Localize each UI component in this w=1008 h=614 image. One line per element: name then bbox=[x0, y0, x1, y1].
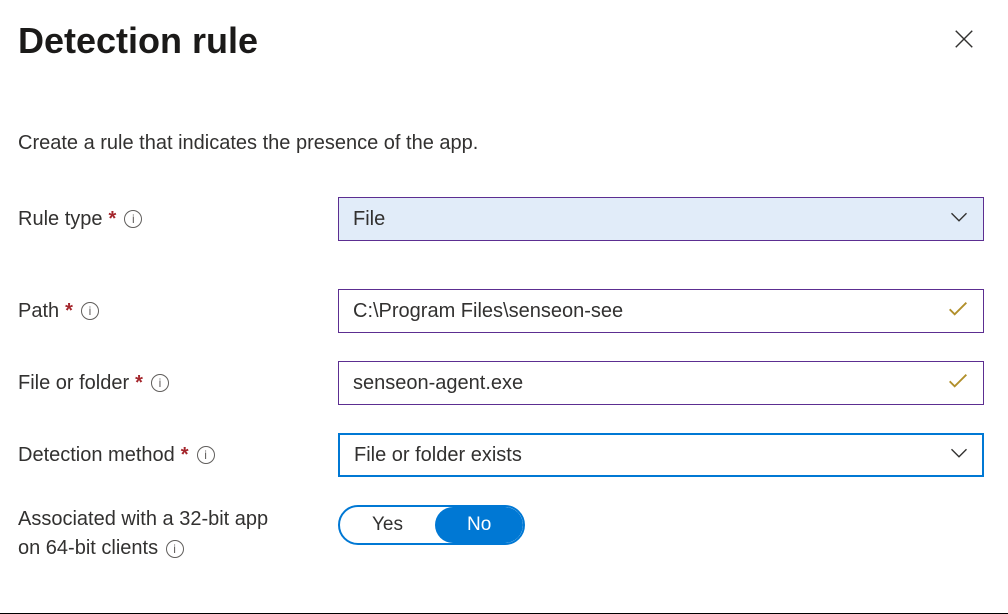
close-icon bbox=[953, 28, 975, 53]
required-asterisk: * bbox=[65, 300, 73, 323]
path-input[interactable]: C:\Program Files\senseon-see bbox=[338, 289, 984, 333]
rule-type-value: File bbox=[353, 208, 385, 231]
panel-header: Detection rule bbox=[18, 20, 984, 62]
toggle-yes[interactable]: Yes bbox=[340, 507, 435, 543]
info-icon[interactable]: i bbox=[81, 302, 99, 320]
associated-32bit-row: Associated with a 32-bit app on 64-bit c… bbox=[18, 505, 984, 563]
detection-method-label-text: Detection method bbox=[18, 444, 175, 467]
path-input-wrapper: C:\Program Files\senseon-see bbox=[338, 289, 984, 333]
associated-32bit-label-line2: on 64-bit clients bbox=[18, 537, 158, 559]
rule-type-label-text: Rule type bbox=[18, 208, 103, 231]
associated-32bit-toggle: Yes No bbox=[338, 505, 525, 545]
toggle-no[interactable]: No bbox=[435, 507, 523, 543]
required-asterisk: * bbox=[181, 444, 189, 467]
file-or-folder-value: senseon-agent.exe bbox=[353, 372, 523, 395]
rule-type-select[interactable]: File bbox=[338, 197, 984, 241]
associated-32bit-input-wrapper: Yes No bbox=[338, 505, 984, 545]
panel-title: Detection rule bbox=[18, 20, 258, 62]
path-row: Path * i C:\Program Files\senseon-see bbox=[18, 289, 984, 333]
file-or-folder-input[interactable]: senseon-agent.exe bbox=[338, 361, 984, 405]
file-or-folder-row: File or folder * i senseon-agent.exe bbox=[18, 361, 984, 405]
detection-method-value: File or folder exists bbox=[354, 444, 522, 467]
required-asterisk: * bbox=[135, 372, 143, 395]
info-icon[interactable]: i bbox=[197, 446, 215, 464]
file-or-folder-input-wrapper: senseon-agent.exe bbox=[338, 361, 984, 405]
info-icon[interactable]: i bbox=[166, 540, 184, 558]
path-value: C:\Program Files\senseon-see bbox=[353, 300, 623, 323]
required-asterisk: * bbox=[109, 208, 117, 231]
path-label-text: Path bbox=[18, 300, 59, 323]
detection-method-select[interactable]: File or folder exists bbox=[338, 433, 984, 477]
rule-type-input-wrapper: File bbox=[338, 197, 984, 241]
detection-method-input-wrapper: File or folder exists bbox=[338, 433, 984, 477]
info-icon[interactable]: i bbox=[124, 210, 142, 228]
detection-rule-panel: Detection rule Create a rule that indica… bbox=[0, 0, 1008, 583]
rule-type-label: Rule type * i bbox=[18, 208, 338, 231]
file-or-folder-label-text: File or folder bbox=[18, 372, 129, 395]
file-or-folder-label: File or folder * i bbox=[18, 372, 338, 395]
associated-32bit-label: Associated with a 32-bit app on 64-bit c… bbox=[18, 505, 338, 563]
rule-type-row: Rule type * i File bbox=[18, 197, 984, 241]
info-icon[interactable]: i bbox=[151, 374, 169, 392]
close-button[interactable] bbox=[944, 20, 984, 60]
associated-32bit-label-line1: Associated with a 32-bit app bbox=[18, 508, 268, 530]
panel-description: Create a rule that indicates the presenc… bbox=[18, 132, 984, 155]
path-label: Path * i bbox=[18, 300, 338, 323]
detection-method-label: Detection method * i bbox=[18, 444, 338, 467]
detection-method-row: Detection method * i File or folder exis… bbox=[18, 433, 984, 477]
